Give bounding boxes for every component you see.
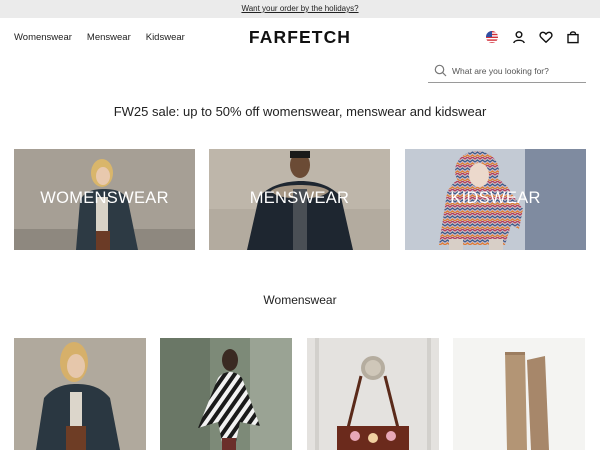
product-card-bag[interactable] bbox=[307, 338, 439, 450]
search-icon bbox=[434, 64, 447, 77]
product-image-bag bbox=[307, 338, 439, 450]
product-image-boots bbox=[453, 338, 585, 450]
section-title-womenswear: Womenswear bbox=[263, 293, 337, 307]
product-card-poncho[interactable] bbox=[160, 338, 292, 450]
promo-bar: Want your order by the holidays? bbox=[0, 0, 600, 18]
bag-icon[interactable] bbox=[566, 30, 580, 44]
search-input[interactable] bbox=[452, 63, 582, 79]
category-tile-menswear[interactable]: MENSWEAR bbox=[209, 149, 390, 250]
holiday-delivery-link[interactable]: Want your order by the holidays? bbox=[241, 4, 358, 13]
wishlist-heart-icon[interactable] bbox=[539, 30, 553, 44]
category-label-womenswear: WOMENSWEAR bbox=[40, 189, 169, 207]
product-image-poncho bbox=[160, 338, 292, 450]
product-card-coat[interactable] bbox=[14, 338, 146, 450]
us-flag-icon[interactable] bbox=[485, 30, 499, 44]
product-card-boots[interactable] bbox=[453, 338, 585, 450]
header-icons bbox=[485, 30, 580, 44]
category-tile-womenswear[interactable]: WOMENSWEAR bbox=[14, 149, 195, 250]
sale-headline: FW25 sale: up to 50% off womenswear, men… bbox=[113, 104, 487, 119]
account-icon[interactable] bbox=[512, 30, 526, 44]
category-label-menswear: MENSWEAR bbox=[249, 189, 350, 207]
category-label-kidswear: KIDSWEAR bbox=[450, 189, 541, 207]
category-tile-kidswear[interactable]: KIDSWEAR bbox=[405, 149, 586, 250]
site-header: Womenswear Menswear Kidswear FARFETCH bbox=[0, 18, 600, 58]
search-bar bbox=[428, 60, 586, 83]
product-image-coat bbox=[14, 338, 146, 450]
